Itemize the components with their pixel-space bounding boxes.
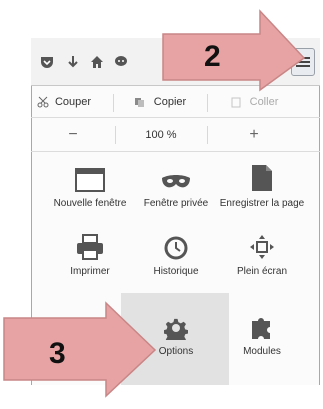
new-window-icon [75,168,105,192]
scissors-icon [37,96,49,107]
modules-label: Modules [243,346,281,357]
save-page-icon [252,165,272,191]
step-2-arrow [162,9,306,92]
copy-icon [134,97,144,107]
home-icon[interactable] [89,54,105,70]
step-2-label: 2 [204,40,221,73]
step-3-label: 3 [49,337,66,370]
zoom-controls-row: − 100 % + [31,118,320,152]
gear-icon [164,318,188,340]
print-label: Imprimer [70,266,110,277]
cut-button[interactable]: Couper [31,86,97,117]
pocket-icon[interactable] [39,54,55,70]
history-button[interactable]: Historique [132,226,220,278]
clipboard-icon [231,97,241,107]
puzzle-icon [252,318,270,339]
save-page-label: Enregistrer la page [219,198,305,209]
private-window-label: Fenêtre privée [143,198,209,209]
modules-button[interactable]: Modules [218,306,306,358]
private-mask-icon [162,175,190,188]
history-label: Historique [153,266,199,277]
chat-bubble-icon[interactable] [113,54,129,70]
zoom-out-button[interactable]: − [31,118,115,151]
download-icon[interactable] [65,54,81,70]
paste-label: Coller [249,95,279,108]
step-3-arrow [3,301,157,398]
zoom-level[interactable]: 100 % [116,118,206,151]
cut-label: Couper [54,95,92,108]
fullscreen-icon [250,235,274,259]
zoom-in-button[interactable]: + [209,118,299,151]
history-clock-icon [164,236,188,260]
save-page-button[interactable]: Enregistrer la page [218,158,306,210]
print-button[interactable]: Imprimer [46,226,134,278]
new-window-label: Nouvelle fenêtre [53,198,127,209]
fullscreen-label: Plein écran [236,266,288,277]
copy-label: Copier [153,95,187,108]
printer-icon [77,234,103,260]
private-window-button[interactable]: Fenêtre privée [132,158,220,210]
new-window-button[interactable]: Nouvelle fenêtre [46,158,134,210]
fullscreen-button[interactable]: Plein écran [218,226,306,278]
